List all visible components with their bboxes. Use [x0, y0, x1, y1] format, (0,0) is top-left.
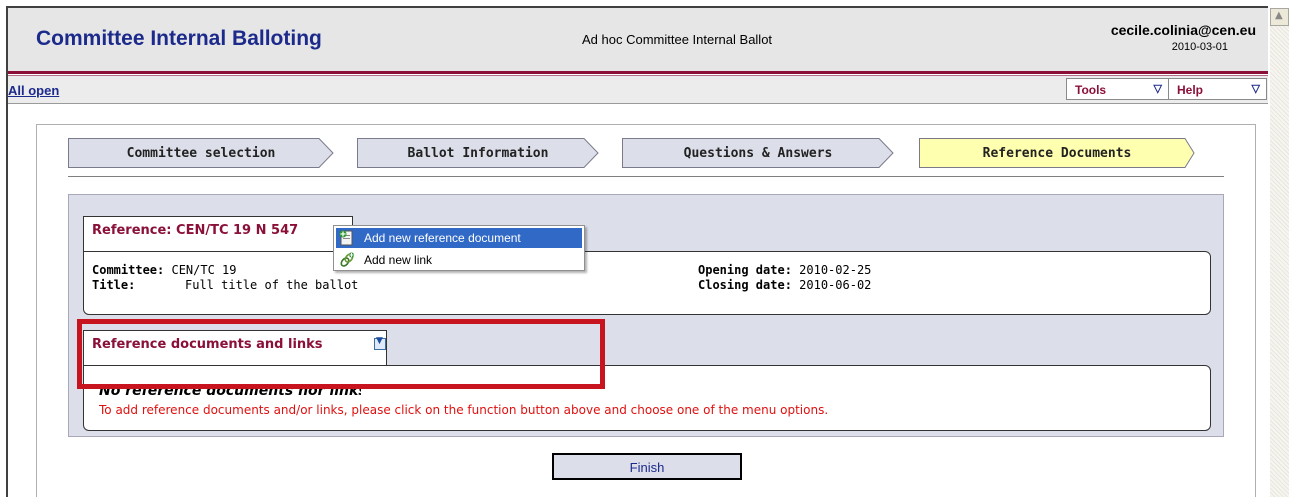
tools-menu-label: Tools: [1075, 83, 1107, 97]
committee-row: Committee: CEN/TC 19: [92, 263, 237, 277]
app-header: Committee Internal Balloting Ad hoc Comm…: [8, 8, 1268, 71]
reference-info-box: Committee: CEN/TC 19 Title: Full title o…: [83, 251, 1211, 315]
step-label: Reference Documents: [982, 146, 1132, 161]
app-frame: Committee Internal Balloting Ad hoc Comm…: [6, 6, 1268, 497]
step-label: Ballot Information: [407, 146, 549, 161]
nav-bar: All open Tools ▽ Help ▽: [8, 76, 1268, 104]
chevron-down-icon: ▽: [1153, 83, 1162, 95]
vertical-scrollbar[interactable]: [1270, 8, 1289, 497]
closing-date-value: 2010-06-02: [799, 278, 872, 292]
documents-tab-label: Reference documents and links: [83, 330, 387, 366]
content-card: Committee selection Ballot Information Q…: [36, 124, 1256, 497]
reference-tab-label: Reference: CEN/TC 19 N 547: [83, 216, 353, 252]
user-email: cecile.colinia@cen.eu: [1110, 22, 1256, 38]
user-date: 2010-03-01: [1171, 41, 1228, 53]
finish-button[interactable]: Finish: [552, 453, 742, 480]
step-ballot-information[interactable]: Ballot Information: [357, 138, 599, 168]
closing-date-row: Closing date: 2010-06-02: [698, 278, 871, 292]
opening-date-value: 2010-02-25: [799, 263, 872, 277]
scroll-up-arrow-icon: ▲: [1275, 10, 1283, 21]
menu-item-add-reference-document[interactable]: Add new reference document: [336, 228, 582, 248]
menu-item-label: Add new reference document: [364, 231, 521, 245]
chevron-down-icon: ▽: [1251, 83, 1260, 95]
help-menu-button[interactable]: Help ▽: [1168, 78, 1267, 100]
add-document-icon: [339, 230, 353, 246]
app-title: Committee Internal Balloting: [36, 27, 322, 50]
ballot-type-label: Ad hoc Committee Internal Ballot: [582, 32, 773, 47]
title-key: Title:: [92, 278, 136, 292]
function-context-menu: Add new reference document Add new link: [333, 225, 585, 271]
menu-item-label: Add new link: [364, 253, 433, 267]
all-open-link[interactable]: All open: [8, 83, 59, 98]
add-documents-hint: To add reference documents and/or links,…: [99, 403, 829, 417]
opening-date-row: Opening date: 2010-02-25: [698, 263, 871, 277]
ballot-panel: Reference: CEN/TC 19 N 547 Committee: CE…: [68, 194, 1224, 437]
committee-key: Committee:: [92, 263, 165, 277]
closing-date-key: Closing date:: [698, 278, 792, 292]
title-row: Title:: [92, 278, 135, 292]
scroll-up-button[interactable]: ▲: [1270, 8, 1289, 26]
step-label: Committee selection: [126, 146, 276, 161]
steps-divider: [68, 176, 1224, 177]
title-value: Full title of the ballot: [185, 278, 359, 292]
step-reference-documents[interactable]: Reference Documents: [919, 138, 1195, 168]
function-menu-button[interactable]: ▼: [374, 336, 386, 350]
committee-value: CEN/TC 19: [171, 263, 237, 277]
dropdown-arrow-icon: ▼: [376, 336, 383, 346]
step-committee-selection[interactable]: Committee selection: [68, 138, 334, 168]
empty-documents-message: No reference documents nor links: [99, 383, 361, 399]
add-link-icon: [340, 252, 354, 267]
header-divider: [8, 71, 1268, 74]
step-label: Questions & Answers: [683, 146, 833, 161]
opening-date-key: Opening date:: [698, 263, 792, 277]
help-menu-label: Help: [1177, 83, 1204, 97]
step-questions-answers[interactable]: Questions & Answers: [622, 138, 894, 168]
finish-label: Finish: [629, 460, 665, 475]
menu-item-add-link[interactable]: Add new link: [336, 250, 582, 270]
tools-menu-button[interactable]: Tools ▽: [1066, 78, 1169, 100]
